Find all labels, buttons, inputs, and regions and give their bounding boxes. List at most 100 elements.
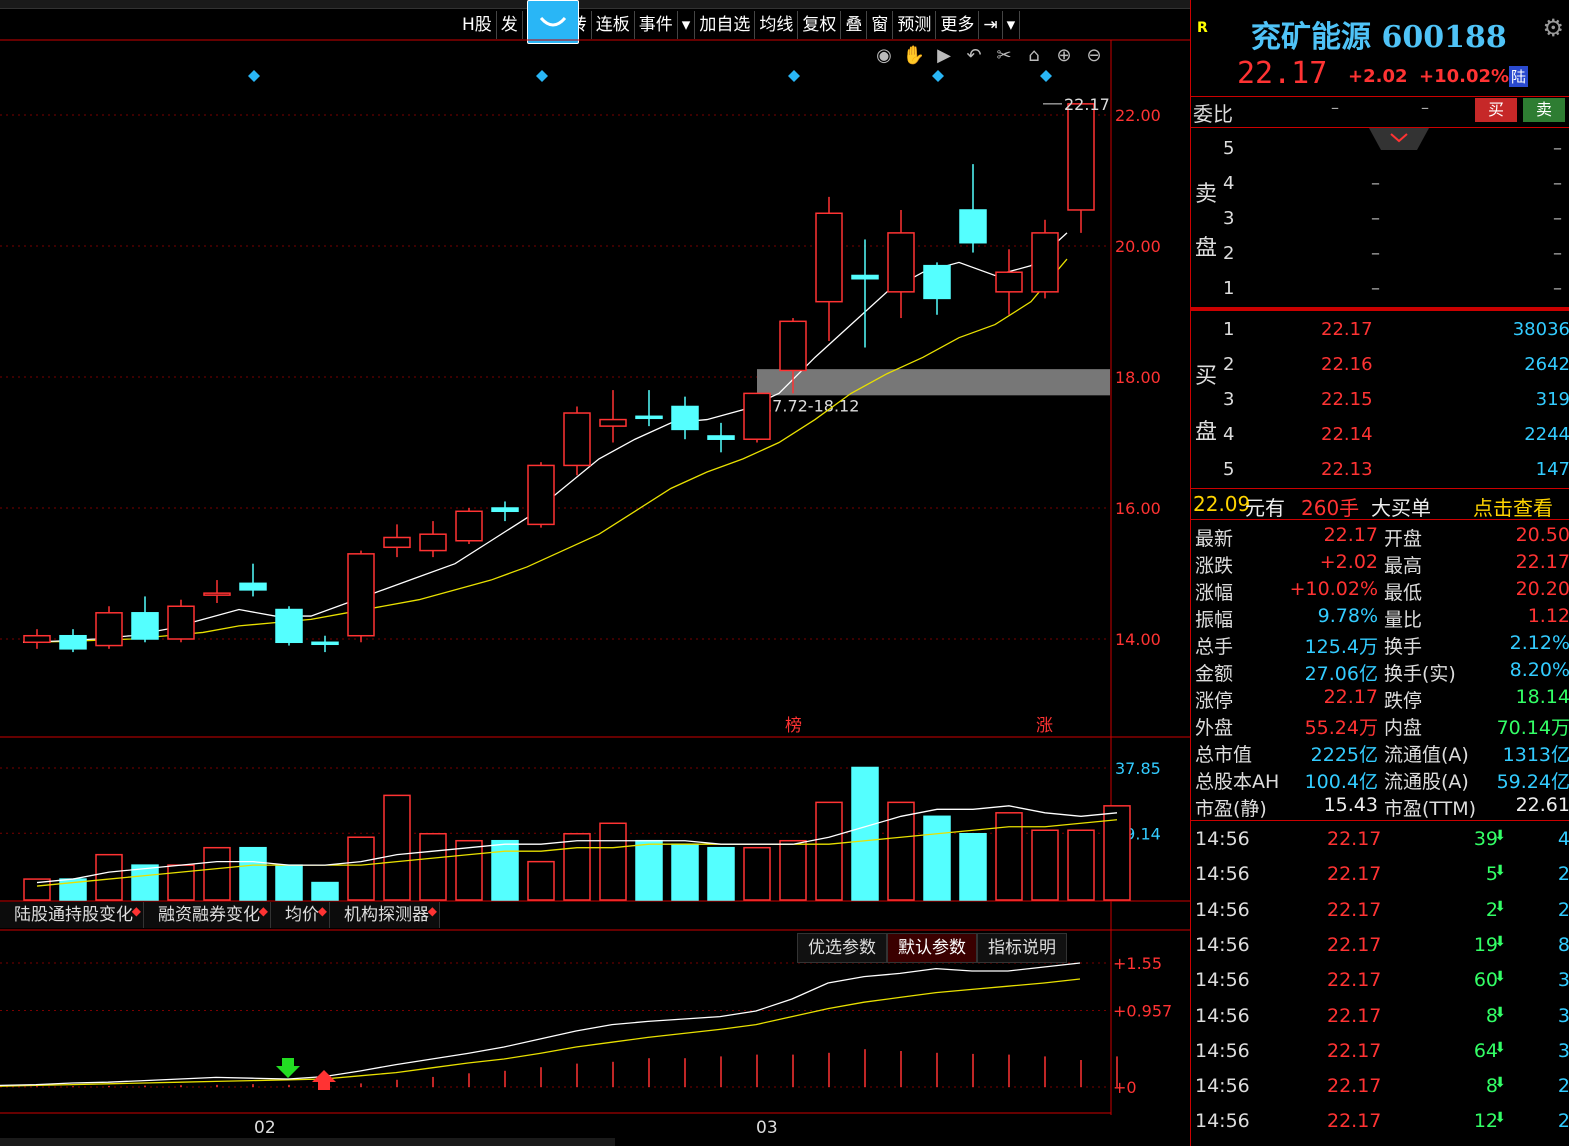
tick-count: 2 (1557, 863, 1569, 886)
indicator-tab-1[interactable]: 融资融券变化 ◆ (144, 902, 271, 928)
candle[interactable] (815, 196, 843, 341)
candle[interactable] (131, 596, 159, 643)
volume-bar (491, 839, 519, 901)
tick-row[interactable]: 14:56 22.17 8 ⬇ 3 (1191, 999, 1569, 1034)
tick-row[interactable]: 14:56 22.17 19 ⬇ 8 (1191, 928, 1569, 963)
candle[interactable] (23, 629, 51, 649)
bid-volume: 38036 (1512, 319, 1569, 340)
limit-up-marker[interactable]: 涨 (1036, 716, 1053, 736)
candle[interactable] (275, 606, 303, 646)
bid-row[interactable]: 5 22.13 147 (1191, 453, 1569, 487)
tick-row[interactable]: 14:56 22.17 8 ⬇ 2 (1191, 1069, 1569, 1104)
quote-value: 2225亿 (1310, 744, 1378, 766)
event-diamond-icon[interactable] (536, 70, 548, 82)
candle[interactable] (1031, 219, 1059, 299)
candle[interactable] (95, 606, 123, 649)
gear-icon[interactable]: ⚙ (1542, 14, 1564, 42)
tick-row[interactable]: 14:56 22.17 39 ⬇ 4 (1191, 822, 1569, 857)
kline-chart[interactable]: 22.00 20.00 18.00 16.00 14.00 17.72-18.12 22.1… (0, 0, 1190, 1146)
tick-row[interactable]: 14:56 22.17 2 ⬇ 2 (1191, 893, 1569, 928)
candle[interactable] (383, 524, 411, 558)
indicator-tab-3[interactable]: 机构探测器 ◆ (330, 902, 440, 928)
volume-bar (275, 864, 303, 901)
tick-count: 3 (1557, 1004, 1569, 1027)
rank-marker[interactable]: 榜 (785, 716, 802, 736)
param-button-2[interactable]: 指标说明 (977, 933, 1067, 963)
indicator-tabs: 陆股通持股变化 ◆ 融资融券变化 ◆ 均价 ◆ 机构探测器 ◆ (0, 902, 440, 928)
volume-bar (383, 794, 411, 901)
param-button-0[interactable]: 优选参数 (797, 933, 887, 963)
bid-row[interactable]: 1 22.17 38036 (1191, 313, 1569, 347)
quote-key: 量比 (1384, 609, 1423, 631)
candle[interactable] (527, 462, 555, 528)
volume-tick-label: 37.85 (1115, 759, 1161, 778)
macd-tick-label: +1.55 (1113, 954, 1162, 973)
bid-level: 4 (1223, 424, 1235, 445)
event-diamond-icon[interactable] (1040, 70, 1052, 82)
quote-key: 总市值 (1195, 744, 1253, 766)
indicator-tab-label: 陆股通持股变化 (14, 905, 133, 925)
ask-row[interactable]: 3 – – (1191, 202, 1569, 236)
candle[interactable] (1067, 103, 1095, 233)
tick-row[interactable]: 14:56 22.17 12 ⬇ 2 (1191, 1104, 1569, 1139)
candle[interactable] (707, 422, 735, 453)
candle[interactable] (743, 392, 771, 443)
candle[interactable] (347, 550, 375, 643)
candle[interactable] (563, 406, 591, 476)
tick-count: 2 (1557, 898, 1569, 921)
quote-row: 涨停 22.17 跌停 18.14 (1191, 686, 1569, 713)
event-diamond-icon[interactable] (788, 70, 800, 82)
bid-row[interactable]: 4 22.14 2244 (1191, 418, 1569, 452)
candle[interactable] (995, 249, 1023, 315)
event-diamond-icon[interactable] (248, 70, 260, 82)
bid-row[interactable]: 2 22.16 2642 (1191, 348, 1569, 382)
candle[interactable] (419, 521, 447, 558)
down-arrow-icon: ⬇ (1494, 828, 1506, 844)
x-axis-label: 02 (254, 1118, 276, 1138)
quote-key: 涨幅 (1195, 582, 1234, 604)
candle[interactable] (599, 390, 627, 443)
sell-button[interactable]: 卖 (1523, 98, 1565, 122)
param-button-1[interactable]: 默认参数 (887, 933, 977, 963)
candle[interactable] (239, 563, 267, 597)
candle[interactable] (59, 629, 87, 653)
tick-row[interactable]: 14:56 22.17 60 ⬇ 3 (1191, 963, 1569, 998)
candle[interactable] (635, 390, 663, 427)
candle[interactable] (923, 262, 951, 315)
big-order-bar[interactable]: 22.09 元有 260手 大买单 点击查看 (1191, 490, 1569, 520)
ask-row[interactable]: 5– (1191, 132, 1569, 166)
candle[interactable] (959, 164, 987, 253)
candle[interactable] (455, 508, 483, 545)
quote-key: 涨停 (1195, 690, 1234, 712)
quote-value: 100.4亿 (1304, 771, 1378, 793)
ask-row[interactable]: 1 – – (1191, 272, 1569, 306)
candle[interactable] (671, 396, 699, 440)
indicator-tab-0[interactable]: 陆股通持股变化 ◆ (0, 902, 144, 928)
volume-bar (563, 832, 591, 901)
down-arrow-icon: ⬇ (1494, 898, 1506, 915)
candle[interactable] (887, 209, 915, 319)
indicator-tab-2[interactable]: 均价 ◆ (271, 902, 330, 928)
candle[interactable] (203, 580, 231, 603)
big-order-link[interactable]: 点击查看 (1473, 492, 1553, 521)
ask-row[interactable]: 2 – – (1191, 237, 1569, 271)
price-tick-label: 22.00 (1115, 106, 1161, 125)
event-diamond-icon[interactable] (932, 70, 944, 82)
candle[interactable] (167, 599, 195, 643)
candle[interactable] (851, 239, 879, 348)
volume-bar (995, 812, 1023, 901)
tab-dot-icon: ◆ (317, 904, 327, 918)
quote-key: 跌停 (1384, 690, 1423, 712)
scrollbar[interactable] (0, 1138, 615, 1146)
candle[interactable] (311, 635, 339, 653)
tick-row[interactable]: 14:56 22.17 5 ⬇ 2 (1191, 857, 1569, 892)
macd-tick-label: +0.957 (1113, 1001, 1172, 1020)
quote-value: 9.78% (1317, 605, 1378, 627)
quote-row: 总股本AH 100.4亿 流通股(A) 59.24亿 (1191, 767, 1569, 794)
tick-row[interactable]: 14:56 22.17 64 ⬇ 3 (1191, 1034, 1569, 1069)
buy-button[interactable]: 买 (1475, 98, 1517, 122)
ask-row[interactable]: 4 – – (1191, 167, 1569, 201)
stock-badge: R (1197, 20, 1208, 36)
candle[interactable] (491, 501, 519, 522)
bid-row[interactable]: 3 22.15 319 (1191, 383, 1569, 417)
